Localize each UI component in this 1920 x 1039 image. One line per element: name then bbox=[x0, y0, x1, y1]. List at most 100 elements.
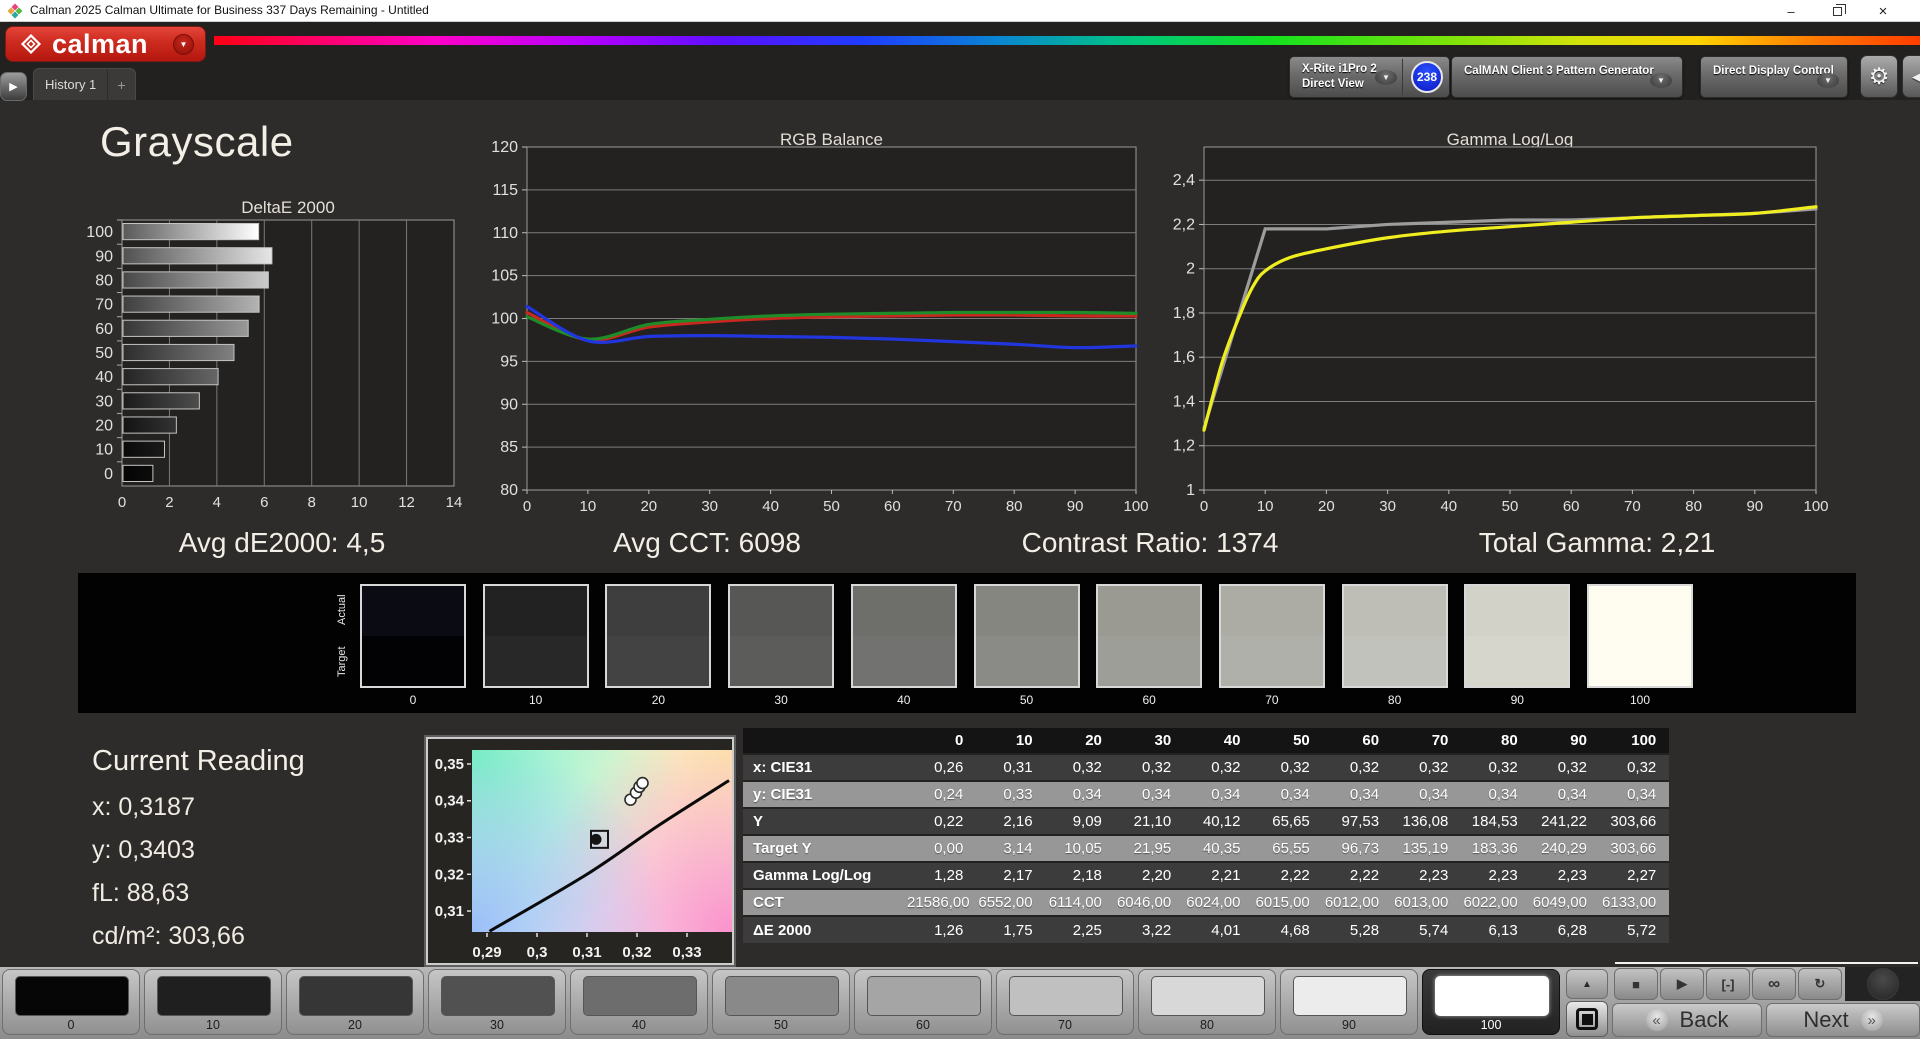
level-patch-button-0[interactable]: 0 bbox=[2, 969, 140, 1035]
table-cell: 135,19 bbox=[1392, 834, 1462, 862]
svg-text:60: 60 bbox=[1563, 498, 1580, 515]
patch-color bbox=[441, 976, 555, 1016]
sensor-mode: Direct View bbox=[1302, 78, 1364, 90]
play-right-icon: ▶ bbox=[9, 81, 18, 93]
patch-label: 10 bbox=[206, 1018, 220, 1032]
table-cell: 5,72 bbox=[1599, 915, 1670, 943]
svg-text:6: 6 bbox=[260, 494, 268, 511]
patch-color bbox=[1009, 976, 1123, 1016]
target-row-label: Target bbox=[336, 646, 348, 678]
current-reading-fl: fL: 88,63 bbox=[92, 879, 190, 907]
svg-text:80: 80 bbox=[95, 272, 113, 289]
collapse-panel-button[interactable]: ◀ bbox=[1902, 55, 1920, 98]
cie-overlay: 0,31 0,32 0,33 0,34 0,35 0,29 0,3 0,31 0,32 0,33 bbox=[435, 756, 730, 961]
exposure-badge[interactable]: 238 bbox=[1411, 61, 1443, 93]
svg-text:80: 80 bbox=[1006, 498, 1023, 515]
level-patch-button-10[interactable]: 10 bbox=[144, 969, 282, 1035]
back-button[interactable]: « Back bbox=[1612, 1003, 1762, 1037]
level-patch-button-100[interactable]: 100 bbox=[1422, 969, 1560, 1035]
table-cell: 184,53 bbox=[1461, 807, 1531, 835]
sidebar-expand-button[interactable]: ▶ bbox=[0, 72, 27, 101]
logo-dropdown-button[interactable]: ▼ bbox=[173, 33, 194, 55]
pattern-window-button[interactable] bbox=[1566, 1001, 1608, 1037]
table-cell: 5,28 bbox=[1322, 915, 1393, 943]
level-patch-button-60[interactable]: 60 bbox=[854, 969, 992, 1035]
refresh-button[interactable]: ↻ bbox=[1798, 968, 1842, 1000]
table-cell: 0,34 bbox=[1253, 780, 1323, 808]
next-button[interactable]: Next » bbox=[1766, 1003, 1920, 1037]
svg-text:0,32: 0,32 bbox=[435, 866, 464, 883]
back-label: Back bbox=[1679, 1007, 1729, 1032]
meter-status-accent bbox=[1452, 57, 1457, 97]
current-reading-x: x: 0,3187 bbox=[92, 793, 195, 821]
swatch-target bbox=[1466, 636, 1569, 686]
level-patch-button-90[interactable]: 90 bbox=[1280, 969, 1418, 1035]
svg-text:0,34: 0,34 bbox=[435, 793, 465, 810]
table-cell: 2,20 bbox=[1114, 861, 1185, 889]
close-button[interactable]: × bbox=[1860, 0, 1906, 22]
pattern-generator-name: CalMAN Client 3 Pattern Generator bbox=[1464, 65, 1654, 77]
table-row-label: Y bbox=[743, 807, 907, 835]
table-cell: 0,32 bbox=[1184, 753, 1254, 781]
chevron-down-icon[interactable]: ▼ bbox=[1817, 73, 1839, 88]
level-patch-button-50[interactable]: 50 bbox=[712, 969, 850, 1035]
table-cell: 5,74 bbox=[1392, 915, 1462, 943]
svg-text:40: 40 bbox=[95, 369, 113, 386]
patch-color bbox=[1151, 976, 1265, 1016]
settings-button[interactable]: ⚙ bbox=[1860, 55, 1898, 98]
chevrons-left-icon: « bbox=[1645, 1009, 1668, 1031]
continuous-measure-button[interactable]: ∞ bbox=[1752, 968, 1796, 1000]
meter-sensor[interactable]: X-Rite i1Pro 2 Direct View ▼ 238 bbox=[1289, 56, 1450, 98]
svg-text:0,35: 0,35 bbox=[435, 756, 464, 773]
table-cell: 3,14 bbox=[976, 834, 1046, 862]
level-patch-button-70[interactable]: 70 bbox=[996, 969, 1134, 1035]
table-cell: 0,22 bbox=[907, 807, 977, 835]
svg-text:0,31: 0,31 bbox=[572, 944, 601, 961]
window-frame-icon bbox=[1576, 1008, 1598, 1030]
meter-pattern-generator[interactable]: CalMAN Client 3 Pattern Generator ▼ bbox=[1451, 56, 1683, 98]
table-cell: 2,22 bbox=[1253, 861, 1323, 889]
calman-menu-button[interactable]: calman ▼ bbox=[5, 26, 206, 62]
table-column-header: 0 bbox=[907, 728, 977, 754]
table-cell: 6552,00 bbox=[976, 888, 1046, 916]
minimize-button[interactable]: – bbox=[1768, 0, 1814, 22]
level-patch-button-80[interactable]: 80 bbox=[1138, 969, 1276, 1035]
new-tab-button[interactable]: + bbox=[107, 69, 135, 100]
gamma-chart: 1 1,2 1,4 1,6 1,8 2 2,2 2,4 0 10 20 30 40 50 60 70 80 90 1… bbox=[1173, 146, 1829, 515]
table-row: ΔE 2000 1,26 1,75 2,25 3,22 4,01 4,68 5,28 5,74 6… bbox=[743, 915, 1670, 943]
swatch-actual bbox=[1589, 586, 1691, 636]
grayscale-swatch-80 bbox=[1341, 584, 1448, 688]
meter-display-control[interactable]: Direct Display Control ▼ bbox=[1700, 56, 1848, 98]
grayscale-swatch-100 bbox=[1587, 584, 1693, 688]
svg-text:30: 30 bbox=[95, 393, 113, 410]
chevron-down-icon[interactable]: ▼ bbox=[1650, 73, 1672, 88]
meter-divider bbox=[1402, 59, 1403, 95]
table-cell: 136,08 bbox=[1392, 807, 1462, 835]
level-patch-button-40[interactable]: 40 bbox=[570, 969, 708, 1035]
restore-button[interactable] bbox=[1814, 0, 1860, 22]
stop-button[interactable]: ■ bbox=[1614, 968, 1658, 1000]
tab-history-1[interactable]: History 1 + bbox=[33, 68, 136, 100]
grayscale-swatch-60 bbox=[1096, 584, 1203, 688]
grayscale-swatch-30 bbox=[728, 584, 835, 688]
current-reading-y: y: 0,3403 bbox=[92, 836, 195, 864]
app-logo-icon bbox=[7, 3, 23, 19]
svg-text:120: 120 bbox=[491, 139, 518, 156]
table-cell: 2,25 bbox=[1045, 915, 1115, 943]
restore-icon bbox=[1832, 3, 1846, 16]
table-cell: 0,32 bbox=[1114, 753, 1185, 781]
table-column-header: 30 bbox=[1114, 728, 1185, 754]
single-measure-button[interactable]: [-] bbox=[1706, 968, 1750, 1000]
table-row-label: x: CIE31 bbox=[743, 753, 907, 781]
table-cell: 0,32 bbox=[1392, 753, 1462, 781]
pattern-up-button[interactable]: ▲ bbox=[1566, 969, 1608, 999]
table-cell: 303,66 bbox=[1599, 807, 1670, 835]
chevron-down-icon[interactable]: ▼ bbox=[1375, 70, 1397, 85]
table-row-label: CCT bbox=[743, 888, 907, 916]
level-patch-button-30[interactable]: 30 bbox=[428, 969, 566, 1035]
level-patch-button-20[interactable]: 20 bbox=[286, 969, 424, 1035]
play-button[interactable]: ▶ bbox=[1660, 968, 1704, 1000]
svg-text:2: 2 bbox=[1186, 261, 1195, 278]
table-cell: 2,23 bbox=[1392, 861, 1462, 889]
table-cell: 241,22 bbox=[1530, 807, 1600, 835]
